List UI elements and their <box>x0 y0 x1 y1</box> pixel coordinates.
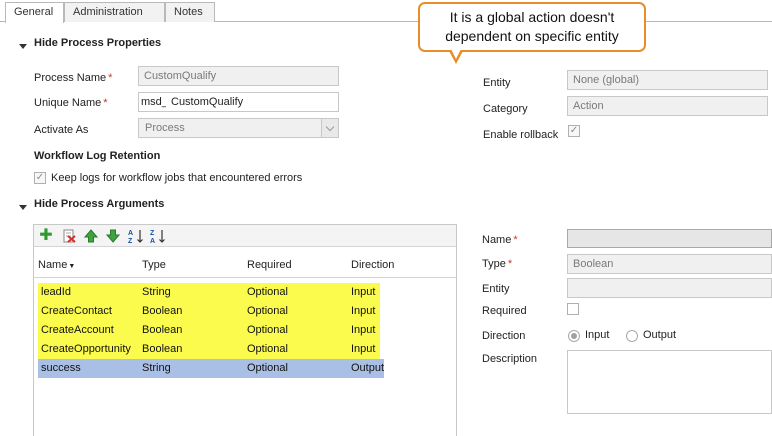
sort-ascending-icon[interactable]: AZ <box>127 228 145 244</box>
dropdown-chevron-icon[interactable] <box>321 119 338 137</box>
arg-name-input[interactable] <box>567 229 772 248</box>
cell-name: leadId <box>41 286 71 298</box>
keep-logs-checkbox[interactable]: ✓ <box>34 172 46 184</box>
collapse-triangle-icon[interactable] <box>19 205 27 210</box>
svg-text:A: A <box>128 230 133 237</box>
activate-as-select[interactable]: Process <box>138 118 339 138</box>
section-header-process-arguments[interactable]: Hide Process Arguments <box>34 198 164 210</box>
cell-direction: Input <box>351 324 376 336</box>
svg-text:Z: Z <box>128 238 133 244</box>
direction-input-label: Input <box>585 329 610 341</box>
entity-label: Entity <box>483 77 511 89</box>
cell-required: Optional <box>247 343 288 355</box>
table-row-selected[interactable]: success String Optional Output <box>38 359 384 378</box>
enable-rollback-checkbox[interactable]: ✓ <box>568 125 580 137</box>
arguments-toolbar: ✚ AZ ZA <box>34 225 456 247</box>
cell-name: CreateAccount <box>41 324 114 336</box>
arg-description-label: Description <box>482 353 538 365</box>
sort-descending-icon[interactable]: ZA <box>149 228 167 244</box>
svg-text:A: A <box>150 238 155 244</box>
table-row[interactable]: CreateOpportunity Boolean Optional Input <box>38 340 380 359</box>
collapse-triangle-icon[interactable] <box>19 44 27 49</box>
cell-type: Boolean <box>142 343 183 355</box>
column-header-required[interactable]: Required <box>247 259 292 271</box>
add-icon[interactable]: ✚ <box>38 228 54 244</box>
category-label: Category <box>483 103 528 115</box>
column-header-name[interactable]: Name▼ <box>38 259 75 271</box>
column-header-type[interactable]: Type <box>142 259 166 271</box>
cell-direction: Input <box>351 305 376 317</box>
direction-input-radio[interactable] <box>568 330 580 342</box>
section-header-process-properties[interactable]: Hide Process Properties <box>34 37 161 49</box>
process-name-label: Process Name * <box>34 72 113 84</box>
table-row[interactable]: CreateAccount Boolean Optional Input <box>38 321 380 340</box>
cell-required: Optional <box>247 324 288 336</box>
sort-caret-icon: ▼ <box>68 263 76 270</box>
arg-direction-label: Direction <box>482 330 526 342</box>
callout-tail-fill <box>451 49 461 59</box>
tab-general[interactable]: General <box>5 2 64 23</box>
svg-text:Z: Z <box>150 230 155 237</box>
cell-direction: Output <box>351 362 385 374</box>
category-field: Action <box>567 96 768 116</box>
arg-name-label: Name * <box>482 234 518 246</box>
table-row[interactable]: leadId String Optional Input <box>38 283 380 302</box>
process-name-input[interactable]: CustomQualify <box>138 66 339 86</box>
arg-type-select[interactable]: Boolean <box>567 254 772 274</box>
arg-entity-select[interactable] <box>567 278 772 298</box>
workflow-log-retention-header: Workflow Log Retention <box>34 150 161 162</box>
cell-required: Optional <box>247 305 288 317</box>
enable-rollback-label: Enable rollback <box>483 129 559 141</box>
activate-as-label: Activate As <box>34 124 89 136</box>
unique-name-label: Unique Name * <box>34 97 108 109</box>
cell-type: Boolean <box>142 324 183 336</box>
direction-output-radio[interactable] <box>626 330 638 342</box>
direction-output-label: Output <box>643 329 677 341</box>
tab-bar: General Administration Notes <box>0 0 772 23</box>
unique-name-prefix: msd_ <box>138 92 168 112</box>
grid-header-divider <box>34 277 456 278</box>
keep-logs-label: Keep logs for workflow jobs that encount… <box>51 172 303 184</box>
column-header-direction[interactable]: Direction <box>351 259 394 271</box>
entity-field: None (global) <box>567 70 768 90</box>
unique-name-input[interactable]: CustomQualify <box>166 92 339 112</box>
cell-name: CreateContact <box>41 305 112 317</box>
cell-required: Optional <box>247 286 288 298</box>
arg-entity-label: Entity <box>482 283 510 295</box>
activate-as-value: Process <box>145 122 185 134</box>
delete-icon[interactable] <box>61 228 77 244</box>
cell-type: String <box>142 362 171 374</box>
cell-type: Boolean <box>142 305 183 317</box>
arg-required-label: Required <box>482 305 527 317</box>
cell-name: CreateOpportunity <box>41 343 131 355</box>
cell-type: String <box>142 286 171 298</box>
tab-administration[interactable]: Administration <box>64 2 165 22</box>
cell-direction: Input <box>351 286 376 298</box>
callout-annotation: It is a global action doesn't dependent … <box>418 2 646 52</box>
arg-required-checkbox[interactable] <box>567 303 579 315</box>
callout-line-2: dependent on specific entity <box>445 28 619 44</box>
cell-name: success <box>41 362 81 374</box>
callout-line-1: It is a global action doesn't <box>449 9 615 25</box>
cell-direction: Input <box>351 343 376 355</box>
tab-notes[interactable]: Notes <box>165 2 215 22</box>
table-row[interactable]: CreateContact Boolean Optional Input <box>38 302 380 321</box>
arg-description-textarea[interactable] <box>567 350 772 414</box>
move-down-icon[interactable] <box>105 228 121 244</box>
cell-required: Optional <box>247 362 288 374</box>
move-up-icon[interactable] <box>83 228 99 244</box>
arg-type-label: Type * <box>482 258 513 270</box>
